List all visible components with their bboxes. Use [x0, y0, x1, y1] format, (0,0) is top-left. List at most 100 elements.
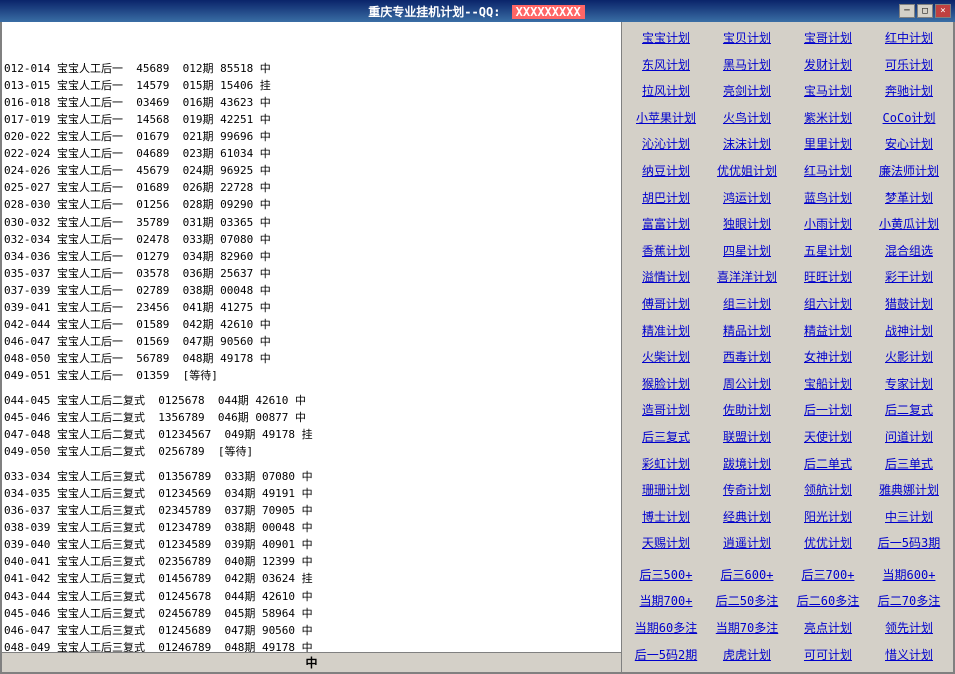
plan-link[interactable]: 博士计划 [626, 505, 706, 531]
plan-link[interactable]: 宝马计划 [788, 79, 868, 105]
minimize-button[interactable]: ─ [899, 4, 915, 18]
plan-link[interactable]: 小苹果计划 [626, 106, 706, 132]
plan-link[interactable]: 后二单式 [788, 452, 868, 478]
left-content-scroll[interactable]: 012-014 宝宝人工后一 45689 012期 85518 中013-015… [2, 22, 621, 652]
plan-link[interactable]: 虎虎计划 [707, 643, 787, 669]
plan-link[interactable]: 傅哥计划 [626, 292, 706, 318]
plan-link[interactable]: 经典计划 [707, 505, 787, 531]
plan-link[interactable]: 红马计划 [788, 159, 868, 185]
plan-link[interactable]: 猎鼓计划 [869, 292, 949, 318]
plan-link[interactable]: 火鸟计划 [707, 106, 787, 132]
plan-link[interactable]: 阳光计划 [788, 505, 868, 531]
plan-link[interactable]: 后二复式 [869, 398, 949, 424]
plan-link[interactable]: 后三500+ [626, 563, 706, 589]
plan-link[interactable]: 溢情计划 [626, 265, 706, 291]
plan-link[interactable]: 精品计划 [707, 319, 787, 345]
plan-link[interactable]: 传奇计划 [707, 478, 787, 504]
plan-link[interactable]: 火影计划 [869, 345, 949, 371]
plan-link[interactable]: 精益计划 [788, 319, 868, 345]
plan-link[interactable]: 火柴计划 [626, 345, 706, 371]
plan-link[interactable]: 紫米计划 [788, 106, 868, 132]
plan-link[interactable]: 后三600+ [707, 563, 787, 589]
plan-link[interactable]: 沁沁计划 [626, 132, 706, 158]
plan-link[interactable]: 后三700+ [788, 563, 868, 589]
plan-link[interactable]: 后三单式 [869, 452, 949, 478]
plan-link[interactable]: 安心计划 [869, 132, 949, 158]
plan-link[interactable]: 混合组选 [869, 239, 949, 265]
plan-link[interactable]: 猴脸计划 [626, 372, 706, 398]
plan-link[interactable]: 彩虹计划 [626, 452, 706, 478]
plan-link[interactable]: 亮剑计划 [707, 79, 787, 105]
plan-link[interactable]: 后一计划 [788, 398, 868, 424]
plan-link[interactable]: 廉法师计划 [869, 159, 949, 185]
plan-link[interactable]: 拉风计划 [626, 79, 706, 105]
plan-link[interactable]: 优优计划 [788, 531, 868, 557]
close-button[interactable]: × [935, 4, 951, 18]
plan-link[interactable]: 发财计划 [788, 53, 868, 79]
plan-link[interactable]: 宝船计划 [788, 372, 868, 398]
plan-link[interactable]: CoCo计划 [869, 106, 949, 132]
plan-link[interactable]: 四星计划 [707, 239, 787, 265]
plan-link[interactable]: 当期600+ [869, 563, 949, 589]
plan-link[interactable]: 孤独计划 [707, 669, 787, 672]
plan-link[interactable]: 沫沫计划 [707, 132, 787, 158]
plan-link[interactable]: 小黄瓜计划 [869, 212, 949, 238]
plan-link[interactable]: 后二50多注 [707, 589, 787, 615]
plan-link[interactable]: 联盟计划 [707, 425, 787, 451]
plan-link[interactable]: 中三计划 [869, 505, 949, 531]
plan-link[interactable]: 组三计划 [707, 292, 787, 318]
plan-link[interactable]: 后三复式 [626, 425, 706, 451]
plan-link[interactable]: 周公计划 [707, 372, 787, 398]
plan-link[interactable]: 组六计划 [788, 292, 868, 318]
plan-link[interactable]: 造哥计划 [626, 398, 706, 424]
plan-link[interactable]: 宝哥计划 [788, 26, 868, 52]
plan-link[interactable]: 跋境计划 [707, 452, 787, 478]
plan-link[interactable]: 惜义计划 [869, 643, 949, 669]
plan-link[interactable]: 天赐计划 [626, 531, 706, 557]
plan-link[interactable]: 战神计划 [869, 319, 949, 345]
plan-link[interactable]: 富富计划 [626, 212, 706, 238]
plan-link[interactable]: 黑马计划 [707, 53, 787, 79]
plan-link[interactable]: 红中计划 [869, 26, 949, 52]
plan-link[interactable]: 东风计划 [626, 53, 706, 79]
plan-link[interactable]: 后二60多注 [788, 589, 868, 615]
plan-link[interactable]: 喜洋洋计划 [707, 265, 787, 291]
plan-link[interactable]: 珊珊计划 [626, 478, 706, 504]
plan-link[interactable]: 优优姐计划 [707, 159, 787, 185]
plan-link[interactable]: 亮点计划 [788, 616, 868, 642]
plan-link[interactable]: 荷塘计划 [626, 669, 706, 672]
plan-link[interactable]: 当期70多注 [707, 616, 787, 642]
plan-link[interactable]: 当期700+ [626, 589, 706, 615]
plan-link[interactable]: 旺旺计划 [788, 265, 868, 291]
plan-link[interactable]: 纳豆计划 [626, 159, 706, 185]
plan-link[interactable]: 后一5码3期 [869, 531, 949, 557]
maximize-button[interactable]: □ [917, 4, 933, 18]
plan-link[interactable]: 天使计划 [788, 425, 868, 451]
plan-link[interactable]: 佐助计划 [707, 398, 787, 424]
plan-link[interactable]: 领航计划 [788, 478, 868, 504]
plan-link[interactable]: 当期60多注 [626, 616, 706, 642]
plan-link[interactable]: 五星计划 [788, 239, 868, 265]
plan-link[interactable]: 宝贝计划 [707, 26, 787, 52]
plan-link[interactable]: 蓝鸟计划 [788, 186, 868, 212]
plan-link[interactable]: 鸿运计划 [707, 186, 787, 212]
plan-link[interactable]: 香蕉计划 [626, 239, 706, 265]
plan-link[interactable]: 后二70多注 [869, 589, 949, 615]
plan-link[interactable]: 梦革计划 [869, 186, 949, 212]
plan-link[interactable]: 可可计划 [788, 643, 868, 669]
plan-link[interactable]: 彩干计划 [869, 265, 949, 291]
plan-link[interactable]: 财神计划 [788, 669, 868, 672]
plan-link[interactable]: 独眼计划 [707, 212, 787, 238]
plan-link[interactable]: 雅典娜计划 [869, 478, 949, 504]
plan-link[interactable]: 胡巴计划 [626, 186, 706, 212]
plan-link[interactable]: 奔驰计划 [869, 79, 949, 105]
plan-link[interactable]: 可乐计划 [869, 53, 949, 79]
plan-link[interactable]: 西毒计划 [707, 345, 787, 371]
plan-link[interactable]: 仔仔计划 [869, 669, 949, 672]
right-panel[interactable]: 宝宝计划宝贝计划宝哥计划红中计划东风计划黑马计划发财计划可乐计划拉风计划亮剑计划… [622, 22, 953, 672]
plan-link[interactable]: 后一5码2期 [626, 643, 706, 669]
plan-link[interactable]: 逍遥计划 [707, 531, 787, 557]
plan-link[interactable]: 精准计划 [626, 319, 706, 345]
plan-link[interactable]: 问道计划 [869, 425, 949, 451]
plan-link[interactable]: 女神计划 [788, 345, 868, 371]
